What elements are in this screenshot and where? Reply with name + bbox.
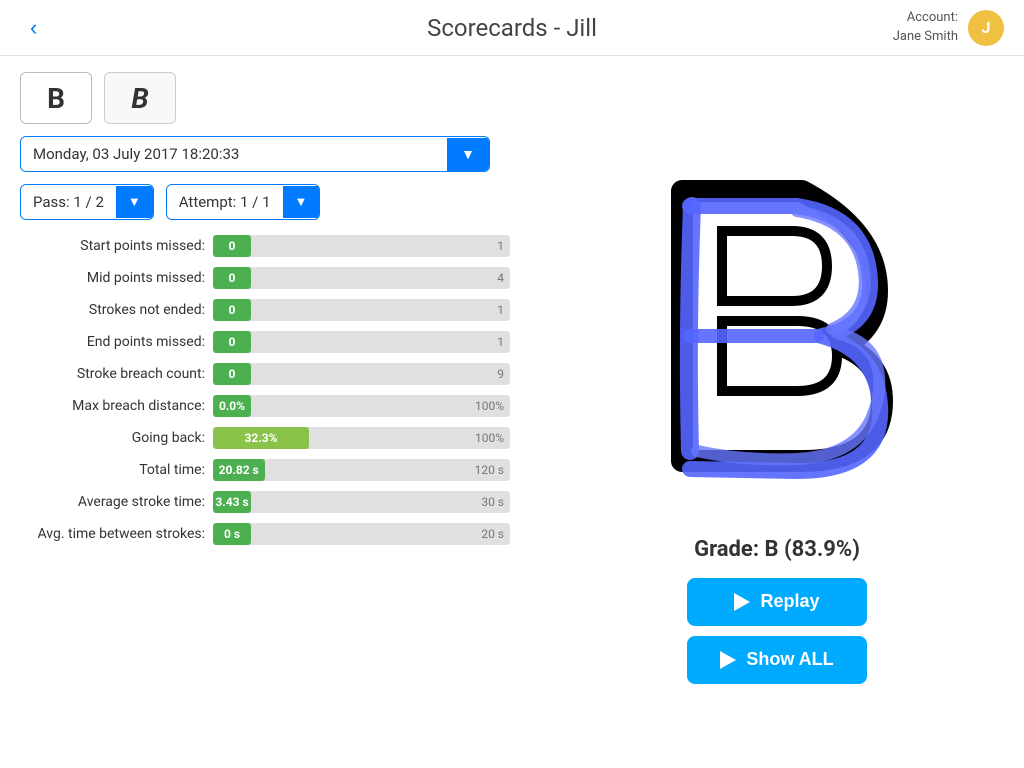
- metric-bar-1: 04: [213, 267, 510, 289]
- metric-bar-4: 09: [213, 363, 510, 385]
- main-content: B B Monday, 03 July 2017 18:20:33 ▼ Pass…: [0, 56, 1024, 768]
- pass-dropdown-arrow[interactable]: ▼: [116, 186, 153, 218]
- avatar[interactable]: J: [968, 10, 1004, 46]
- metric-row-1: Mid points missed:04: [20, 264, 510, 292]
- metric-label-7: Total time:: [20, 462, 205, 478]
- metric-label-0: Start points missed:: [20, 238, 205, 254]
- metric-bar-max-8: 30 s: [481, 495, 504, 509]
- metric-bar-2: 01: [213, 299, 510, 321]
- metric-bar-6: 32.3% 100%: [213, 427, 510, 449]
- letter-tabs: B B: [20, 72, 510, 124]
- filter-row: Pass: 1 / 2 ▼ Attempt: 1 / 1 ▼: [20, 184, 510, 220]
- metric-label-4: Stroke breach count:: [20, 366, 205, 382]
- metric-bar-fill-6: 32.3%: [213, 427, 309, 449]
- metric-bar-max-7: 120 s: [475, 463, 504, 477]
- left-panel: B B Monday, 03 July 2017 18:20:33 ▼ Pass…: [0, 56, 530, 768]
- metric-row-9: Avg. time between strokes: 0 s 20 s: [20, 520, 510, 548]
- metric-bar-3: 01: [213, 331, 510, 353]
- letter-svg: [622, 151, 932, 511]
- letter-tab-1[interactable]: B: [104, 72, 176, 124]
- show-all-button[interactable]: Show ALL: [687, 636, 867, 684]
- right-panel: Grade: B (83.9%) Replay Show ALL: [530, 56, 1024, 768]
- attempt-dropdown-arrow[interactable]: ▼: [283, 186, 320, 218]
- metric-row-6: Going back: 32.3% 100%: [20, 424, 510, 452]
- metric-row-5: Max breach distance: 0.0% 100%: [20, 392, 510, 420]
- metric-label-9: Avg. time between strokes:: [20, 526, 205, 542]
- play-icon-replay: [734, 593, 750, 611]
- metric-bar-fill-5: 0.0%: [213, 395, 251, 417]
- date-value: Monday, 03 July 2017 18:20:33: [21, 137, 447, 171]
- metric-label-8: Average stroke time:: [20, 494, 205, 510]
- header: ‹ Scorecards - Jill Account: Jane Smith …: [0, 0, 1024, 56]
- metric-row-0: Start points missed:01: [20, 232, 510, 260]
- pass-select[interactable]: Pass: 1 / 2 ▼: [20, 184, 154, 220]
- attempt-select[interactable]: Attempt: 1 / 1 ▼: [166, 184, 321, 220]
- metric-bar-9: 0 s 20 s: [213, 523, 510, 545]
- pass-value: Pass: 1 / 2: [21, 185, 116, 219]
- metric-bar-max-2: 1: [497, 303, 504, 317]
- metric-bar-max-3: 1: [497, 335, 504, 349]
- metric-bar-7: 20.82 s 120 s: [213, 459, 510, 481]
- date-selector[interactable]: Monday, 03 July 2017 18:20:33 ▼: [20, 136, 490, 172]
- play-icon-showall: [720, 651, 736, 669]
- replay-label: Replay: [760, 591, 819, 612]
- metric-bar-fill-8: 3.43 s: [213, 491, 251, 513]
- action-buttons: Replay Show ALL: [687, 578, 867, 684]
- metric-row-3: End points missed:01: [20, 328, 510, 356]
- metric-bar-max-6: 100%: [475, 431, 504, 445]
- metric-label-6: Going back:: [20, 430, 205, 446]
- metric-bar-fill-3: 0: [213, 331, 251, 353]
- metric-row-8: Average stroke time: 3.43 s 30 s: [20, 488, 510, 516]
- metric-bar-5: 0.0% 100%: [213, 395, 510, 417]
- back-button[interactable]: ‹: [20, 15, 47, 41]
- letter-drawing: [612, 141, 942, 521]
- replay-button[interactable]: Replay: [687, 578, 867, 626]
- grade-display: Grade: B (83.9%): [694, 537, 860, 562]
- metric-bar-fill-9: 0 s: [213, 523, 251, 545]
- account-name: Jane Smith: [893, 28, 958, 46]
- metric-label-5: Max breach distance:: [20, 398, 205, 414]
- metric-row-2: Strokes not ended:01: [20, 296, 510, 324]
- metric-bar-max-5: 100%: [475, 399, 504, 413]
- page-title: Scorecards - Jill: [427, 14, 597, 42]
- account-info: Account: Jane Smith: [893, 9, 958, 45]
- metric-label-2: Strokes not ended:: [20, 302, 205, 318]
- metric-bar-max-0: 1: [497, 239, 504, 253]
- account-label: Account:: [893, 9, 958, 27]
- metric-bar-max-9: 20 s: [481, 527, 504, 541]
- metric-row-4: Stroke breach count:09: [20, 360, 510, 388]
- date-dropdown-arrow[interactable]: ▼: [447, 138, 489, 171]
- metric-bar-0: 01: [213, 235, 510, 257]
- metric-bar-max-1: 4: [497, 271, 504, 285]
- metric-label-1: Mid points missed:: [20, 270, 205, 286]
- attempt-value: Attempt: 1 / 1: [167, 185, 283, 219]
- metric-bar-max-4: 9: [497, 367, 504, 381]
- metric-bar-8: 3.43 s 30 s: [213, 491, 510, 513]
- show-all-label: Show ALL: [746, 649, 833, 670]
- metrics-list: Start points missed:01Mid points missed:…: [20, 232, 510, 548]
- metric-bar-fill-0: 0: [213, 235, 251, 257]
- account-section: Account: Jane Smith J: [893, 9, 1004, 45]
- metric-bar-fill-2: 0: [213, 299, 251, 321]
- metric-bar-fill-4: 0: [213, 363, 251, 385]
- metric-bar-fill-1: 0: [213, 267, 251, 289]
- metric-label-3: End points missed:: [20, 334, 205, 350]
- letter-tab-0[interactable]: B: [20, 72, 92, 124]
- metric-bar-fill-7: 20.82 s: [213, 459, 265, 481]
- metric-row-7: Total time: 20.82 s 120 s: [20, 456, 510, 484]
